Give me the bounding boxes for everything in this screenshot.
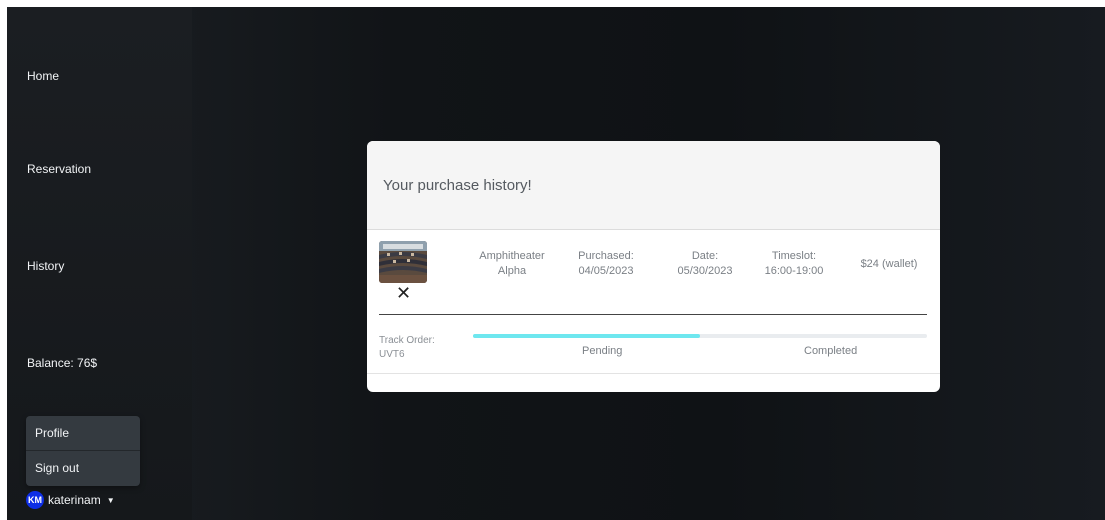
- status-pending: Pending: [582, 345, 623, 357]
- sidebar: Home Reservation History Balance: 76$ Pr…: [7, 7, 192, 520]
- venue-thumbnail: [379, 241, 427, 283]
- event-date: Date: 05/30/2023: [677, 250, 733, 277]
- purchased-date: Purchased: 04/05/2023: [578, 250, 634, 277]
- modal-footer-divider: [367, 373, 940, 374]
- price: $24 (wallet): [860, 258, 918, 270]
- row-divider: [379, 314, 927, 315]
- modal-title: Your purchase history!: [383, 177, 532, 194]
- menu-item-profile[interactable]: Profile: [26, 416, 140, 450]
- status-completed: Completed: [804, 345, 858, 357]
- app-frame: Home Reservation History Balance: 76$ Pr…: [7, 7, 1105, 520]
- timeslot: Timeslot: 16:00-19:00: [764, 250, 824, 277]
- order-progress-fill: [473, 334, 700, 338]
- amphitheater-image: [379, 241, 427, 283]
- nav-item-reservation[interactable]: Reservation: [27, 162, 91, 176]
- balance-label: Balance: 76$: [27, 356, 98, 370]
- modal-header: Your purchase history!: [367, 141, 940, 230]
- nav-item-history[interactable]: History: [27, 259, 64, 273]
- remove-purchase-icon[interactable]: ✕: [396, 284, 411, 302]
- venue-name: Amphitheater Alpha: [479, 250, 545, 277]
- order-progress-bar: [473, 334, 927, 338]
- nav-item-home[interactable]: Home: [27, 69, 59, 83]
- user-dropdown-toggle[interactable]: KM katerinam ▼: [26, 491, 115, 509]
- username: katerinam: [48, 493, 101, 507]
- avatar: KM: [26, 491, 44, 509]
- purchase-history-modal: Your purchase history! ✕ Amphitheater Al…: [367, 141, 940, 392]
- caret-down-icon: ▼: [106, 495, 115, 505]
- user-dropdown-menu: Profile Sign out: [26, 416, 140, 486]
- track-order-label: Track Order: UVT6: [379, 335, 435, 360]
- menu-item-sign-out[interactable]: Sign out: [26, 451, 140, 485]
